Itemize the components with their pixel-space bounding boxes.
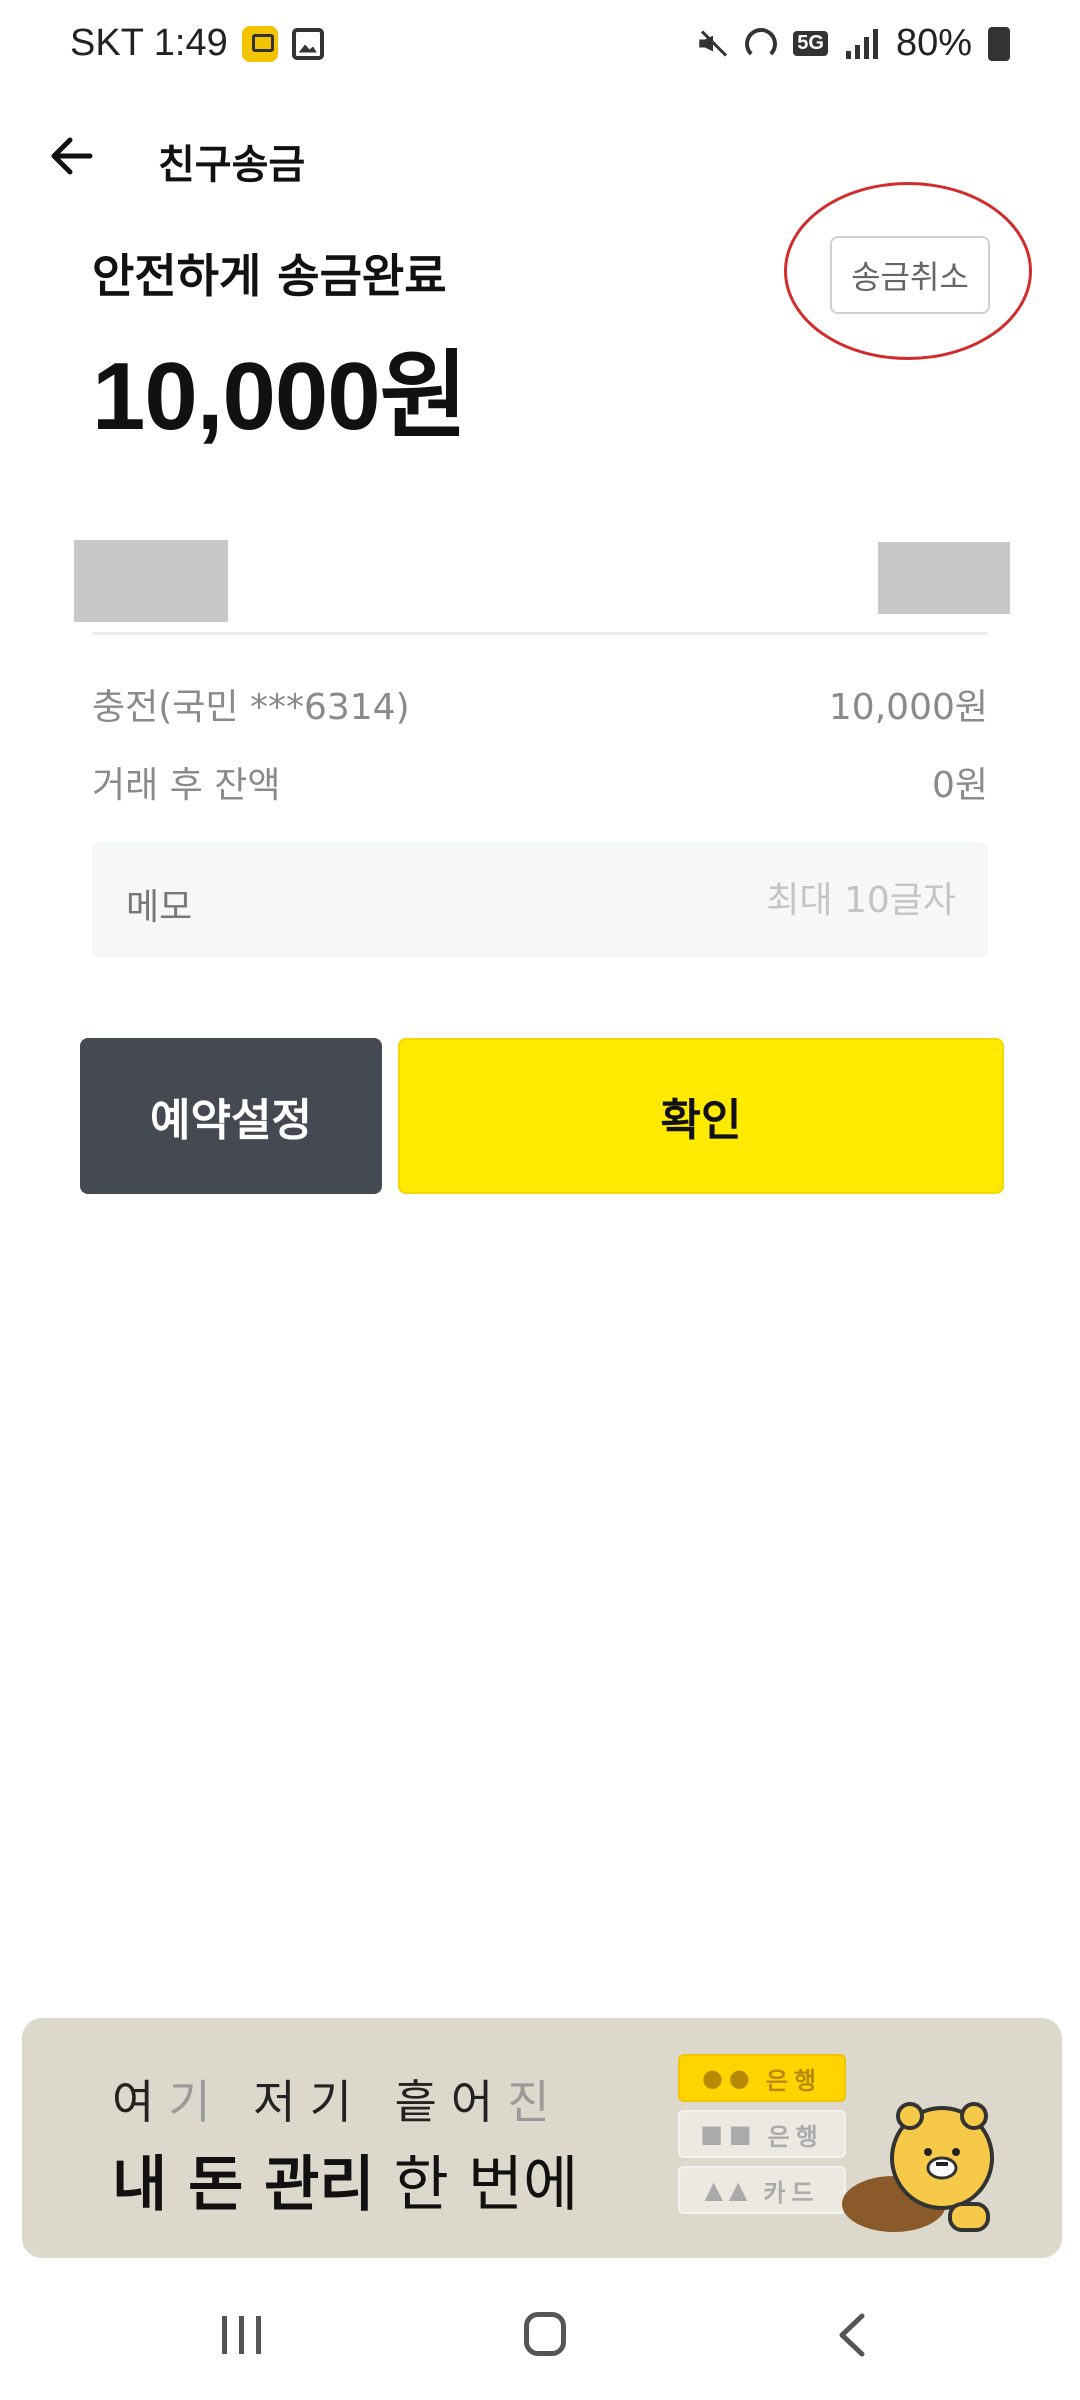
app-header: 친구송금 <box>0 110 1080 200</box>
banner-bold-text: 내 돈 관리 <box>112 2150 375 2220</box>
divider <box>92 632 988 635</box>
card-chip: ▲▲ 카드 <box>678 2166 846 2214</box>
mascot-character-icon <box>842 2102 994 2232</box>
banner-text-faded: 기 <box>168 2075 225 2129</box>
carrier-time: SKT 1:49 <box>70 22 228 64</box>
memo-field[interactable]: 메모 <box>92 842 988 958</box>
signal-icon <box>844 28 880 59</box>
detail-label: 충전(국민 ***6314) <box>92 687 410 728</box>
memo-label: 메모 <box>126 887 193 928</box>
chip-label: 카드 <box>763 2178 820 2207</box>
detail-row-charge: 충전(국민 ***6314) 10,000원 <box>92 678 988 730</box>
battery-percent: 80% <box>895 22 972 64</box>
chip-label: 은행 <box>765 2066 823 2095</box>
gallery-icon <box>291 27 324 60</box>
status-bar-left: SKT 1:49 <box>70 22 324 65</box>
banner-text-faded: 진 <box>507 2075 564 2129</box>
recents-icon[interactable] <box>222 2316 262 2354</box>
status-bar: SKT 1:49 5G 80% <box>0 0 1080 96</box>
memo-input[interactable] <box>556 872 956 928</box>
banner-subheadline: 내 돈 관리 한 번에 <box>112 2136 578 2223</box>
battery-icon <box>988 26 1010 61</box>
squares-icon: ■■ <box>700 2120 758 2148</box>
bank-chip: ■■ 은행 <box>678 2110 846 2158</box>
arrow-left-icon[interactable] <box>44 128 100 184</box>
home-icon[interactable] <box>524 2312 566 2356</box>
banner-text: 저기 <box>253 2075 366 2129</box>
kb-app-icon <box>241 25 278 62</box>
5g-icon: 5G <box>793 31 828 56</box>
banner-regular-text: 한 번에 <box>374 2150 579 2220</box>
triangles-icon: ▲▲ <box>704 2176 754 2204</box>
detail-value: 10,000원 <box>828 687 988 728</box>
reserve-button[interactable]: 예약설정 <box>80 1038 382 1194</box>
redacted-recipient-info <box>878 542 1010 614</box>
dots-icon: ●● <box>701 2064 756 2092</box>
confirm-button[interactable]: 확인 <box>398 1038 1004 1194</box>
mute-icon <box>697 28 729 60</box>
detail-value: 0원 <box>931 765 988 806</box>
hotspot-icon <box>745 27 778 60</box>
promo-banner[interactable]: 여기 저기 흩어진 내 돈 관리 한 번에 ●● 은행 ■■ 은행 ▲▲ 카드 <box>22 2018 1062 2258</box>
chip-label: 은행 <box>767 2122 824 2151</box>
transfer-amount: 10,000원 <box>92 343 468 450</box>
detail-label: 거래 후 잔액 <box>92 765 281 806</box>
banner-headline: 여기 저기 흩어진 <box>112 2066 564 2132</box>
system-nav-bar <box>0 2270 1080 2400</box>
redacted-recipient-name <box>74 540 228 622</box>
page-title: 친구송금 <box>158 142 306 188</box>
bank-chip: ●● 은행 <box>678 2054 846 2102</box>
back-nav-icon[interactable] <box>832 2310 872 2360</box>
status-bar-right: 5G 80% <box>697 22 1010 65</box>
banner-text: 흩어 <box>394 2075 508 2129</box>
cancel-transfer-button[interactable]: 송금취소 <box>830 236 990 314</box>
detail-row-balance: 거래 후 잔액 0원 <box>92 756 988 808</box>
transfer-status-text: 안전하게 송금완료 <box>92 249 447 303</box>
banner-text: 여 <box>112 2075 169 2129</box>
